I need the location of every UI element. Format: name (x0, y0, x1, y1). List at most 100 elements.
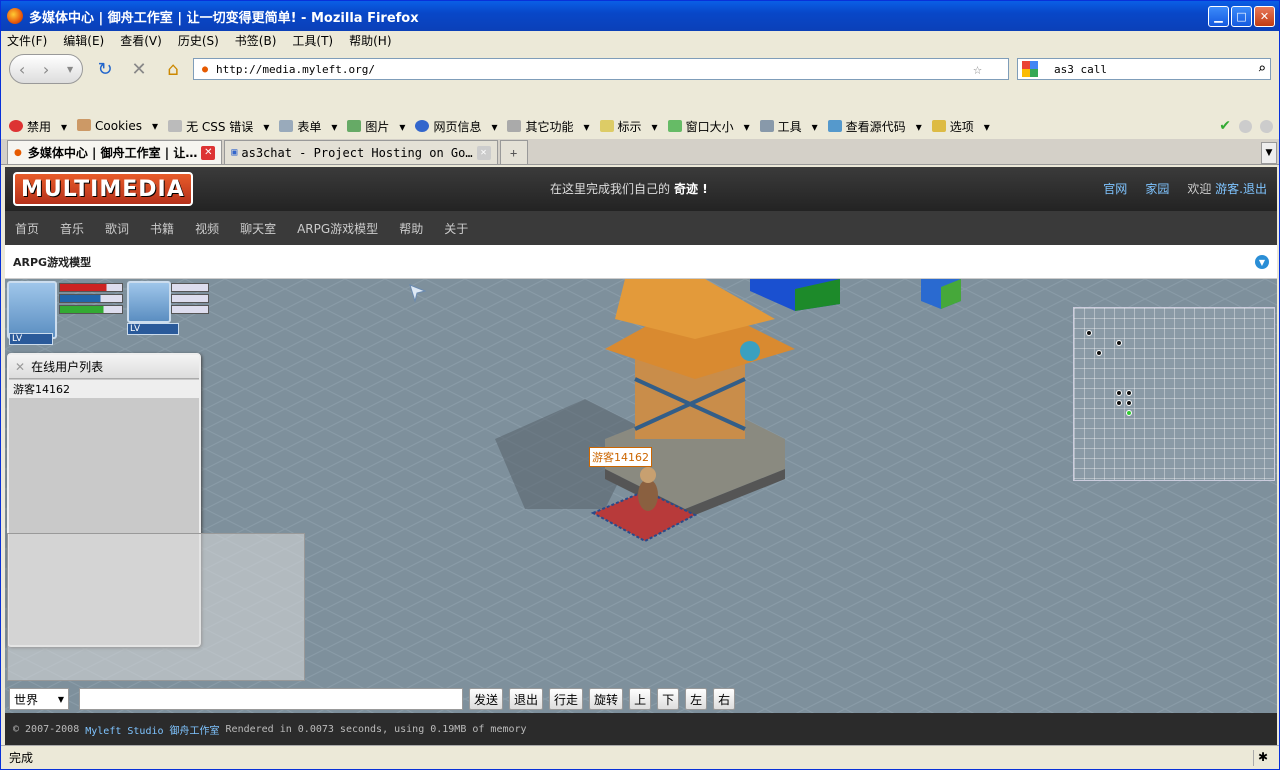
tab-as3chat[interactable]: ▣ as3chat - Project Hosting on Go… ✕ (224, 140, 498, 164)
resize-menu[interactable]: 窗口大小 ▾ (667, 118, 750, 135)
official-site-link[interactable]: 官网 (1103, 180, 1127, 197)
welcome-area: 欢迎 游客.退出 (1187, 182, 1267, 196)
information-menu[interactable]: 网页信息 ▾ (415, 118, 497, 135)
left-button[interactable]: 左 (685, 688, 708, 710)
status-circle-icon[interactable] (1239, 119, 1252, 133)
user-list-item[interactable]: 游客14162 (9, 380, 199, 398)
nav-arpg[interactable]: ARPG游戏模型 (297, 220, 378, 237)
css-menu[interactable]: 无 CSS 错误 ▾ (168, 118, 269, 135)
site-identity-icon[interactable]: ● (202, 64, 208, 75)
project-hosting-icon: ▣ (231, 147, 238, 158)
forward-icon[interactable]: › (43, 60, 49, 79)
chat-input[interactable] (79, 688, 463, 710)
close-button[interactable]: ✕ (1254, 6, 1275, 27)
images-menu[interactable]: 图片 ▾ (347, 118, 405, 135)
tab-label[interactable]: as3chat - Project Hosting on Go… (241, 146, 472, 160)
player-bars (59, 283, 123, 316)
firefox-icon (7, 8, 23, 24)
firebug-icon[interactable]: ✱ (1253, 749, 1271, 766)
tools-menu[interactable]: 工具 ▾ (759, 118, 818, 135)
users-icon: ✕ (15, 359, 26, 374)
right-button[interactable]: 右 (713, 688, 736, 710)
status-text: 完成 (9, 751, 34, 765)
footer-render-info: Rendered in 0.0073 seconds, using 0.19MB… (225, 723, 527, 735)
search-icon[interactable]: ⌕ (1258, 61, 1266, 77)
nav-books[interactable]: 书籍 (150, 220, 174, 237)
guest-logout-link[interactable]: 游客.退出 (1215, 182, 1267, 196)
minimap[interactable] (1073, 307, 1275, 481)
reload-icon[interactable]: ↻ (93, 57, 117, 81)
rotate-button[interactable]: 旋转 (589, 688, 624, 710)
search-text[interactable]: as3 call (1054, 63, 1107, 76)
channel-select[interactable]: 世界 ▼ (9, 688, 69, 710)
minimap-marker (1126, 400, 1132, 406)
up-button[interactable]: 上 (629, 688, 652, 710)
home-icon[interactable]: ⌂ (161, 57, 185, 81)
minimap-marker (1126, 390, 1132, 396)
maximize-button[interactable]: □ (1231, 6, 1252, 27)
back-icon[interactable]: ‹ (19, 60, 25, 79)
nav-music[interactable]: 音乐 (60, 220, 84, 237)
menu-help[interactable]: 帮助(H) (349, 32, 391, 49)
player-level: LV (9, 333, 53, 345)
tab-multimedia[interactable]: ● 多媒体中心 | 御舟工作室 | 让… ✕ (7, 140, 223, 164)
url-bar[interactable]: ● http://media.myleft.org/ ☆ (193, 58, 1009, 80)
minimize-button[interactable]: ▁ (1208, 6, 1229, 27)
google-engine-icon[interactable] (1022, 61, 1038, 77)
nav-home[interactable]: 首页 (15, 220, 39, 237)
nav-help[interactable]: 帮助 (399, 220, 423, 237)
exit-button[interactable]: 退出 (509, 688, 544, 710)
nav-lyrics[interactable]: 歌词 (105, 220, 129, 237)
player-sprite (638, 479, 658, 511)
tab-label[interactable]: 多媒体中心 | 御舟工作室 | 让… (28, 144, 197, 161)
pet-avatar[interactable] (127, 281, 171, 323)
stop-icon[interactable]: ✕ (127, 57, 151, 81)
new-tab-button[interactable]: + (499, 140, 528, 164)
menu-bar: 文件(F) 编辑(E) 查看(V) 历史(S) 书签(B) 工具(T) 帮助(H… (1, 31, 1279, 49)
player-avatar[interactable] (7, 281, 57, 339)
close-tab-icon[interactable]: ✕ (201, 145, 216, 160)
validation-ok-icon[interactable]: ✔ (1219, 118, 1231, 134)
outline-menu[interactable]: 标示 ▾ (599, 118, 658, 135)
minimap-marker (1116, 400, 1122, 406)
cookies-menu[interactable]: Cookies ▾ (77, 119, 158, 133)
options-menu[interactable]: 选项 ▾ (931, 118, 990, 135)
close-tab-icon[interactable]: ✕ (476, 145, 491, 160)
forms-menu[interactable]: 表单 ▾ (279, 118, 337, 135)
exp-bar (59, 305, 123, 314)
game-canvas[interactable]: LV LV ✕ 在线用户列表 游客14162 游客14162 世界 ▼ 发送 退… (5, 279, 1277, 713)
footer-copyright: © 2007-2008 (13, 723, 80, 735)
status-circle-icon-2[interactable] (1260, 119, 1273, 133)
menu-view[interactable]: 查看(V) (120, 32, 162, 49)
disable-menu[interactable]: 禁用 ▾ (9, 118, 67, 135)
title-bar: 多媒体中心 | 御舟工作室 | 让一切变得更简单! - Mozilla Fire… (1, 1, 1279, 31)
send-button[interactable]: 发送 (469, 688, 504, 710)
home-link[interactable]: 家园 (1145, 180, 1169, 197)
web-developer-toolbar: 禁用 ▾ Cookies ▾ 无 CSS 错误 ▾ 表单 ▾ 图片 ▾ 网页信息 ▾ 其它功… (1, 115, 1279, 137)
url-text[interactable]: http://media.myleft.org/ (216, 63, 375, 76)
site-logo[interactable]: MULTIMEDIA (13, 172, 193, 206)
view-source-menu[interactable]: 查看源代码 ▾ (827, 118, 922, 135)
collapse-icon[interactable]: ▼ (1255, 255, 1269, 269)
walk-button[interactable]: 行走 (549, 688, 584, 710)
menu-history[interactable]: 历史(S) (178, 32, 219, 49)
nav-about[interactable]: 关于 (444, 220, 468, 237)
down-button[interactable]: 下 (657, 688, 680, 710)
pet-hp-bar (171, 283, 209, 292)
site-header: MULTIMEDIA 在这里完成我们自己的 奇迹 ! 官网 家园 欢迎 游客.退出 (5, 167, 1277, 211)
page-title: ARPG游戏模型 (13, 255, 92, 269)
miscellaneous-menu[interactable]: 其它功能 ▾ (507, 118, 590, 135)
history-dropdown-icon[interactable]: ▼ (67, 65, 73, 74)
menu-tools[interactable]: 工具(T) (292, 32, 333, 49)
menu-bookmarks[interactable]: 书签(B) (235, 32, 277, 49)
search-bar[interactable]: as3 call ⌕ (1017, 58, 1271, 80)
footer-studio-link[interactable]: Myleft Studio 御舟工作室 (85, 722, 219, 737)
site-footer: © 2007-2008 Myleft Studio 御舟工作室 Rendered… (5, 713, 1277, 745)
hp-bar (59, 283, 123, 292)
nav-video[interactable]: 视频 (195, 220, 219, 237)
bookmark-star-icon[interactable]: ☆ (973, 60, 982, 78)
menu-file[interactable]: 文件(F) (7, 32, 47, 49)
menu-edit[interactable]: 编辑(E) (63, 32, 104, 49)
nav-chatroom[interactable]: 聊天室 (240, 220, 276, 237)
tab-list-icon[interactable]: ▼ (1261, 142, 1277, 164)
